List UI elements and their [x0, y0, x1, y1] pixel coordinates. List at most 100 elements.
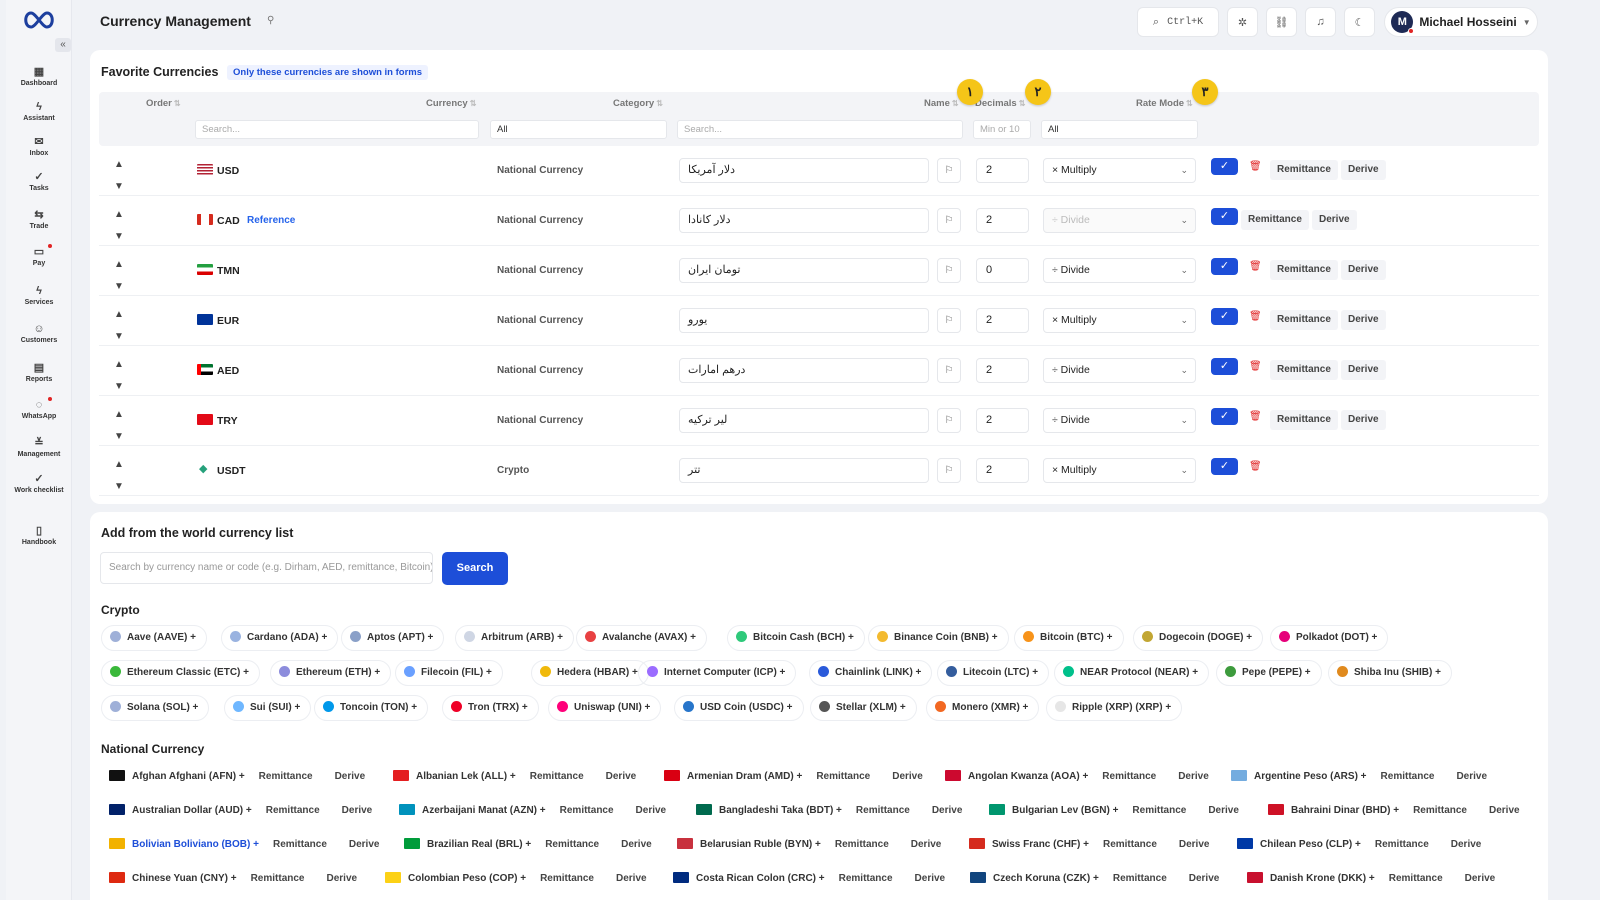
search-button[interactable]: Search: [442, 552, 508, 585]
remittance-chip[interactable]: Remittance: [264, 834, 335, 856]
national-currency-item[interactable]: Australian Dollar (AUD) + Remittance Deriv…: [109, 798, 381, 824]
crypto-add-chip[interactable]: Litecoin (LTC) +: [937, 660, 1050, 686]
crypto-add-chip[interactable]: Arbitrum (ARB) +: [455, 625, 574, 651]
derive-chip[interactable]: Derive: [1341, 160, 1386, 180]
remittance-chip[interactable]: Remittance: [808, 766, 879, 788]
rate-mode-select[interactable]: ÷ Divide ⌄: [1043, 258, 1196, 283]
derive-chip[interactable]: Derive: [1480, 800, 1528, 822]
remittance-chip[interactable]: Remittance: [1372, 766, 1443, 788]
rate-mode-select[interactable]: × Multiply ⌄: [1043, 308, 1196, 333]
enabled-checkbox[interactable]: ✓: [1211, 208, 1238, 225]
derive-chip[interactable]: Derive: [1341, 410, 1386, 430]
crypto-add-chip[interactable]: Hedera (HBAR) +: [531, 660, 649, 686]
category-filter-select[interactable]: All: [490, 120, 667, 139]
crypto-add-chip[interactable]: Filecoin (FIL) +: [395, 660, 503, 686]
crypto-add-chip[interactable]: Tron (TRX) +: [442, 695, 539, 721]
flag-icon[interactable]: ⚐: [937, 258, 961, 283]
crypto-add-chip[interactable]: Chainlink (LINK) +: [809, 660, 933, 686]
enabled-checkbox[interactable]: ✓: [1211, 458, 1238, 475]
crypto-add-chip[interactable]: Stellar (XLM) +: [810, 695, 917, 721]
remittance-chip[interactable]: Remittance: [1104, 868, 1175, 890]
currency-name-input[interactable]: تتر: [679, 458, 929, 483]
crypto-add-chip[interactable]: Polkadot (DOT) +: [1270, 625, 1389, 651]
decimals-input[interactable]: 2: [976, 408, 1029, 433]
national-currency-item[interactable]: Angolan Kwanza (AOA) + Remittance Derive: [945, 764, 1217, 790]
flag-icon[interactable]: ⚐: [937, 358, 961, 383]
command-search-button[interactable]: ⌕ Ctrl+K: [1137, 7, 1219, 37]
move-up-button[interactable]: ▲: [113, 404, 125, 426]
derive-chip[interactable]: Derive: [1312, 210, 1357, 230]
national-currency-item[interactable]: Brazilian Real (BRL) + Remittance Derive: [404, 832, 660, 858]
sidebar-item-management[interactable]: ≚ Management: [6, 437, 72, 458]
sidebar-item-tasks[interactable]: ✓ Tasks: [6, 171, 72, 192]
sidebar-item-assistant[interactable]: ϟ Assistant: [6, 101, 72, 122]
national-currency-item[interactable]: Bangladeshi Taka (BDT) + Remittance Derive: [696, 798, 971, 824]
derive-chip[interactable]: Derive: [1180, 868, 1228, 890]
national-currency-item[interactable]: Belarusian Ruble (BYN) + Remittance Derive: [677, 832, 950, 858]
remittance-chip[interactable]: Remittance: [1270, 410, 1338, 430]
currency-name-input[interactable]: دلار آمریکا: [679, 158, 929, 183]
national-currency-item[interactable]: Albanian Lek (ALL) + Remittance Derive: [393, 764, 645, 790]
sidebar-item-inbox[interactable]: ✉ Inbox: [6, 136, 72, 157]
remittance-chip[interactable]: Remittance: [1094, 834, 1165, 856]
national-currency-item[interactable]: Bolivian Boliviano (BOB) + Remittance Deri…: [109, 832, 388, 858]
column-order[interactable]: Order ⇅: [146, 98, 181, 109]
derive-chip[interactable]: Derive: [902, 834, 950, 856]
move-down-button[interactable]: ▼: [113, 426, 125, 448]
enabled-checkbox[interactable]: ✓: [1211, 258, 1238, 275]
remittance-chip[interactable]: Remittance: [1270, 160, 1338, 180]
column-rate-mode[interactable]: Rate Mode ⇅: [1136, 98, 1193, 109]
move-down-button[interactable]: ▼: [113, 226, 125, 248]
app-logo[interactable]: [22, 9, 56, 31]
crypto-add-chip[interactable]: Bitcoin (BTC) +: [1014, 625, 1124, 651]
national-currency-item[interactable]: Chinese Yuan (CNY) + Remittance Derive: [109, 866, 366, 892]
crypto-add-chip[interactable]: NEAR Protocol (NEAR) +: [1054, 660, 1210, 686]
sidebar-item-whatsapp[interactable]: ◌ WhatsApp: [6, 397, 72, 420]
trash-icon[interactable]: 🗑: [1249, 311, 1262, 322]
remittance-chip[interactable]: Remittance: [830, 868, 901, 890]
trash-icon[interactable]: 🗑: [1249, 411, 1262, 422]
remittance-chip[interactable]: Remittance: [1241, 210, 1309, 230]
column-decimals[interactable]: Decimals ⇅: [975, 98, 1025, 109]
decimals-input[interactable]: 2: [976, 358, 1029, 383]
trash-icon[interactable]: 🗑: [1249, 161, 1262, 172]
derive-chip[interactable]: Derive: [607, 868, 655, 890]
remittance-chip[interactable]: Remittance: [551, 800, 622, 822]
move-up-button[interactable]: ▲: [113, 254, 125, 276]
derive-chip[interactable]: Derive: [326, 766, 374, 788]
decimals-input[interactable]: 0: [976, 258, 1029, 283]
move-up-button[interactable]: ▲: [113, 354, 125, 376]
trash-icon[interactable]: 🗑: [1249, 261, 1262, 272]
flag-icon[interactable]: ⚐: [937, 158, 961, 183]
national-currency-item[interactable]: Czech Koruna (CZK) + Remittance Derive: [970, 866, 1228, 892]
derive-chip[interactable]: Derive: [340, 834, 388, 856]
flag-icon[interactable]: ⚐: [937, 408, 961, 433]
trash-icon[interactable]: 🗑: [1249, 461, 1262, 472]
crypto-add-chip[interactable]: Ethereum (ETH) +: [270, 660, 392, 686]
decimals-filter-input[interactable]: Min or 10: [973, 120, 1031, 139]
remittance-chip[interactable]: Remittance: [847, 800, 918, 822]
derive-chip[interactable]: Derive: [1456, 868, 1504, 890]
remittance-chip[interactable]: Remittance: [257, 800, 328, 822]
derive-chip[interactable]: Derive: [1448, 766, 1496, 788]
crypto-add-chip[interactable]: Ethereum Classic (ETC) +: [101, 660, 260, 686]
move-down-button[interactable]: ▼: [113, 376, 125, 398]
link-icon[interactable]: ⛓: [1266, 7, 1297, 37]
derive-chip[interactable]: Derive: [1442, 834, 1490, 856]
derive-chip[interactable]: Derive: [1170, 766, 1217, 788]
crypto-add-chip[interactable]: Ripple (XRP) (XRP) +: [1046, 695, 1183, 721]
move-down-button[interactable]: ▼: [113, 176, 125, 198]
derive-chip[interactable]: Derive: [1341, 260, 1386, 280]
sidebar-item-dashboard[interactable]: ▦ Dashboard: [6, 66, 72, 87]
move-down-button[interactable]: ▼: [113, 326, 125, 348]
crypto-add-chip[interactable]: Cardano (ADA) +: [221, 625, 339, 651]
enabled-checkbox[interactable]: ✓: [1211, 308, 1238, 325]
remittance-chip[interactable]: Remittance: [1405, 800, 1475, 822]
currency-name-input[interactable]: درهم امارات: [679, 358, 929, 383]
crypto-add-chip[interactable]: Pepe (PEPE) +: [1216, 660, 1322, 686]
national-currency-item[interactable]: Armenian Dram (AMD) + Remittance Derive: [664, 764, 931, 790]
flag-icon[interactable]: ⚐: [937, 208, 961, 233]
world-search-input[interactable]: Search by currency name or code (e.g. Di…: [100, 552, 433, 584]
currency-name-input[interactable]: تومان ایران: [679, 258, 929, 283]
crypto-add-chip[interactable]: Shiba Inu (SHIB) +: [1328, 660, 1452, 686]
